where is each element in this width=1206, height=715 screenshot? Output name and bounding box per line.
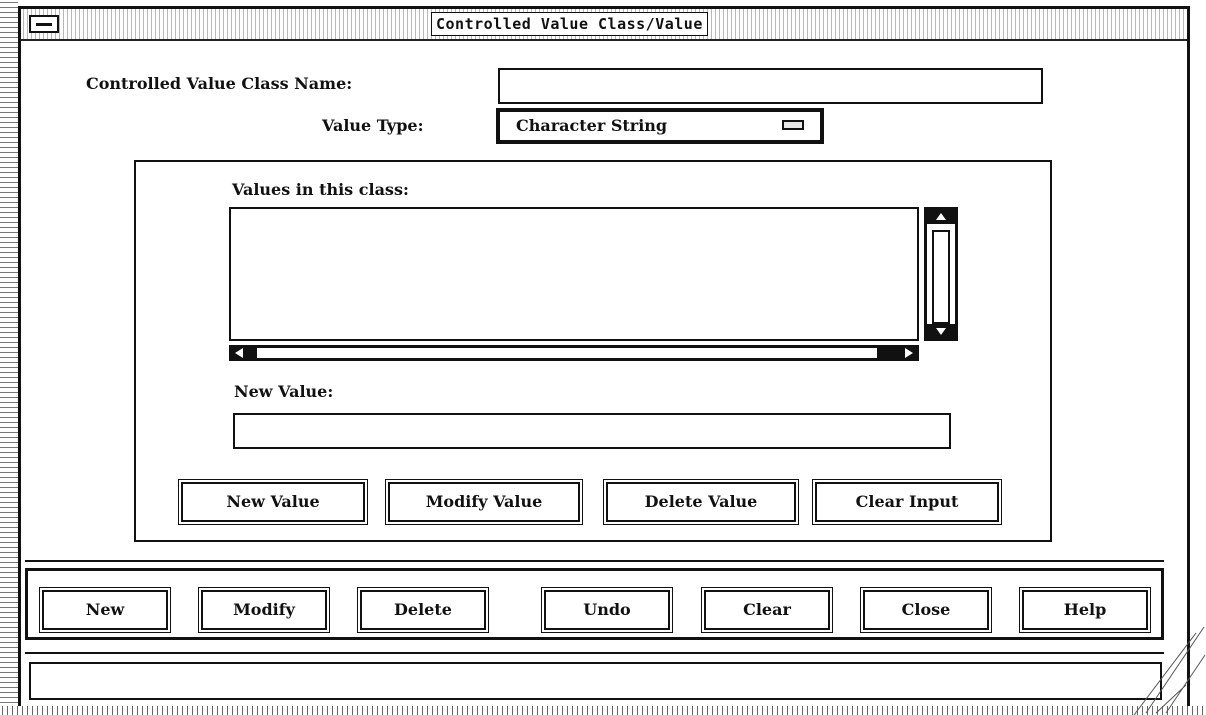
arrow-right-icon[interactable] xyxy=(897,345,919,361)
delete-value-button[interactable]: Delete Value xyxy=(603,479,799,525)
arrow-up-icon[interactable] xyxy=(927,210,955,224)
clear-button[interactable]: Clear xyxy=(701,587,833,633)
window-menu-icon[interactable] xyxy=(29,15,59,33)
separator-bottom xyxy=(25,652,1164,654)
new-value-label: New Value: xyxy=(234,382,334,401)
status-bar xyxy=(29,662,1162,700)
modify-button[interactable]: Modify xyxy=(198,587,330,633)
value-type-option-menu[interactable]: Character String xyxy=(496,108,824,144)
new-value-field[interactable] xyxy=(233,413,951,449)
option-menu-indicator-icon xyxy=(782,120,804,130)
class-name-input[interactable] xyxy=(500,70,1041,102)
value-type-label: Value Type: xyxy=(322,116,424,135)
values-list[interactable] xyxy=(229,207,919,341)
delete-button[interactable]: Delete xyxy=(357,587,489,633)
new-value-input[interactable] xyxy=(235,415,949,447)
new-button[interactable]: New xyxy=(39,587,171,633)
help-button[interactable]: Help xyxy=(1019,587,1151,633)
modify-value-button[interactable]: Modify Value xyxy=(385,479,583,525)
window-title: Controlled Value Class/Value xyxy=(431,12,708,36)
class-name-label: Controlled Value Class Name: xyxy=(86,74,353,93)
values-list-label: Values in this class: xyxy=(232,180,409,199)
title-bar[interactable]: Controlled Value Class/Value xyxy=(21,9,1187,41)
new-value-button[interactable]: New Value xyxy=(178,479,368,525)
undo-button[interactable]: Undo xyxy=(541,587,673,633)
values-list-horizontal-scrollbar[interactable] xyxy=(229,345,919,361)
close-button[interactable]: Close xyxy=(860,587,992,633)
values-list-vertical-scrollbar[interactable] xyxy=(924,207,958,341)
vertical-scroll-thumb[interactable] xyxy=(932,230,950,324)
arrow-left-icon[interactable] xyxy=(229,345,251,361)
arrow-down-icon[interactable] xyxy=(927,324,955,338)
separator-top xyxy=(25,560,1164,562)
value-type-selected: Character String xyxy=(516,116,668,135)
window-left-edge xyxy=(0,0,18,715)
horizontal-scroll-thumb[interactable] xyxy=(257,348,877,358)
clear-input-button[interactable]: Clear Input xyxy=(812,479,1002,525)
class-name-field[interactable] xyxy=(498,68,1043,104)
window-bottom-edge xyxy=(0,706,1206,715)
